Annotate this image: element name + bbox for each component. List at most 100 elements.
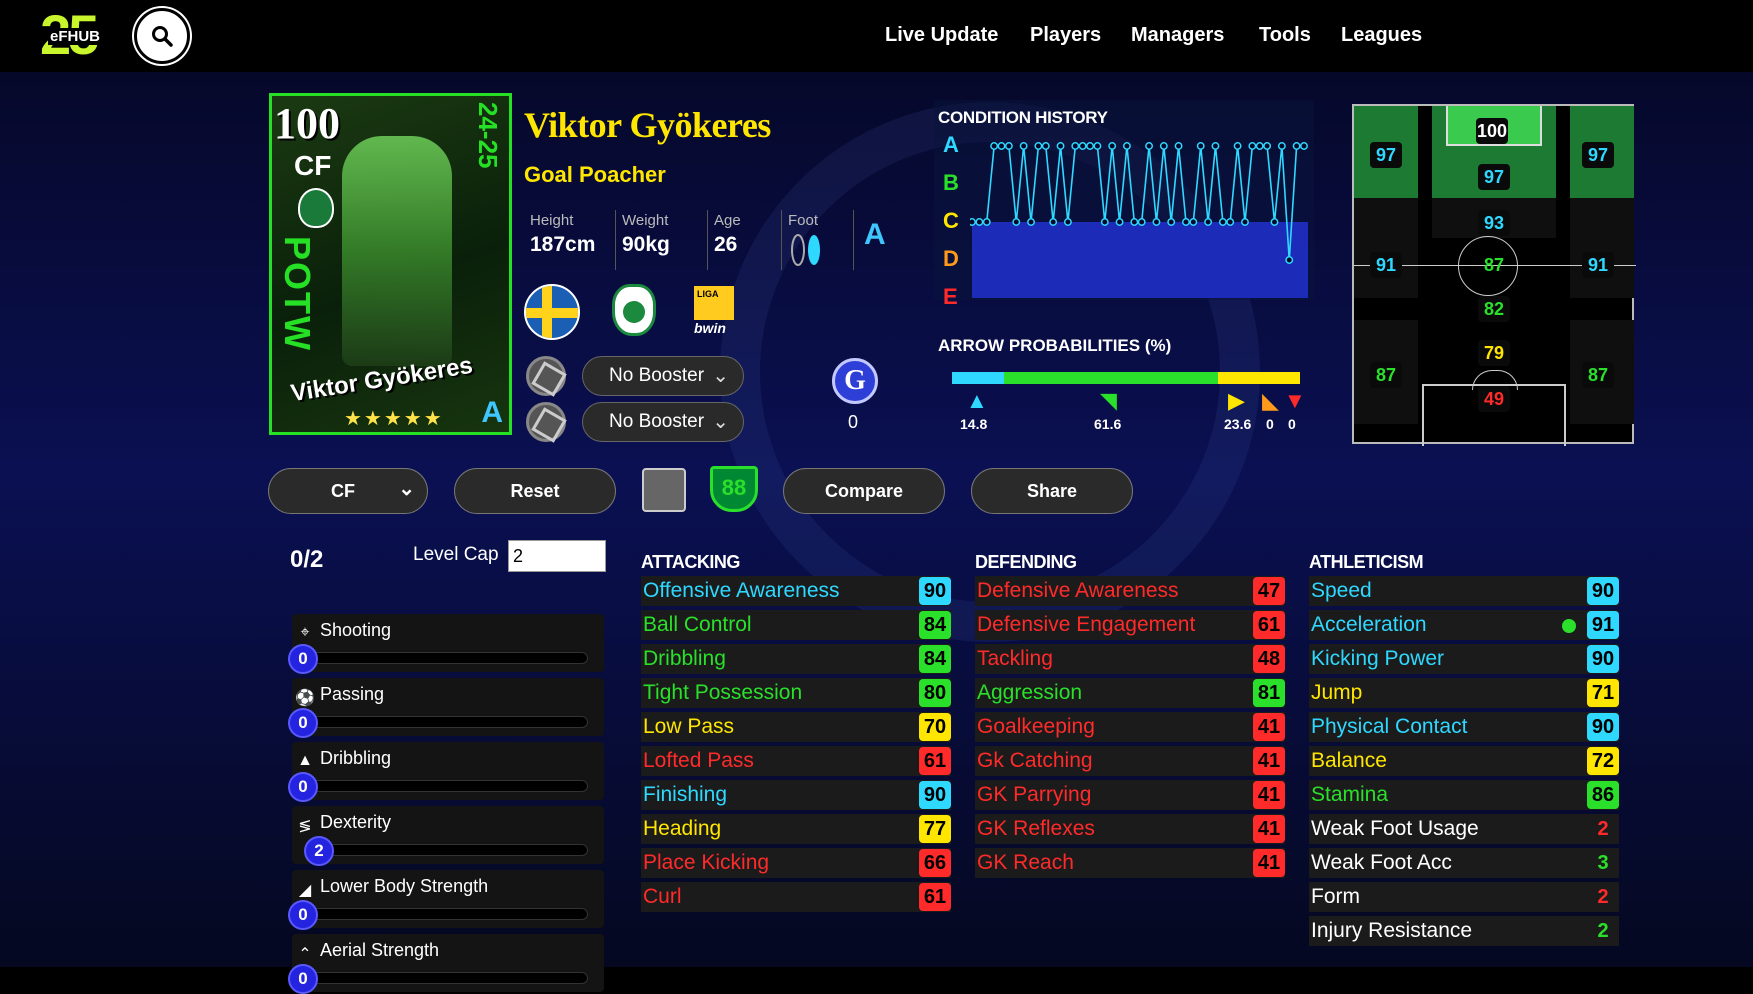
height-label: Height	[530, 212, 574, 229]
nav-live-update[interactable]: Live Update	[885, 24, 998, 47]
arrow-down-pct: 0	[1288, 416, 1296, 432]
skill-row: ⌖ Shooting 0	[288, 614, 604, 674]
skill-name: Lower Body Strength	[320, 876, 489, 896]
search-button[interactable]	[134, 8, 190, 64]
stat-row: Kicking Power 90	[1309, 644, 1619, 674]
age-label: Age	[714, 212, 741, 229]
rating-rb[interactable]: 87	[1582, 362, 1614, 388]
stat-row: Ball Control 84	[641, 610, 951, 640]
compare-button[interactable]: Compare	[783, 468, 945, 514]
stat-value: 70	[919, 713, 951, 741]
level-cap-input[interactable]	[508, 540, 606, 572]
booster-select-2[interactable]: No Booster ⌄	[582, 402, 744, 442]
stat-value: 80	[919, 679, 951, 707]
stat-name: GK Reach	[977, 851, 1074, 874]
stat-name: Jump	[1311, 681, 1363, 704]
stat-row: Defensive Awareness 47	[975, 576, 1285, 606]
booster-select-1[interactable]: No Booster ⌄	[582, 356, 744, 396]
skill-slider-knob[interactable]: 0	[288, 964, 318, 994]
stat-name: GK Reflexes	[977, 817, 1095, 840]
nav-managers[interactable]: Managers	[1131, 24, 1224, 47]
manager-avatar[interactable]	[642, 468, 686, 512]
rating-lmf[interactable]: 91	[1370, 252, 1402, 278]
height-metric: Height 187cm	[530, 212, 595, 257]
condition-point	[1211, 142, 1220, 150]
rating-ss[interactable]: 97	[1478, 164, 1510, 190]
condition-point	[1285, 256, 1294, 264]
attacking-heading: ATTACKING	[641, 552, 740, 572]
athleticism-heading: ATHLETICISM	[1309, 552, 1424, 572]
age-metric: Age 26	[714, 212, 741, 257]
skill-slider-track[interactable]	[310, 780, 588, 792]
position-select[interactable]: CF ⌄	[268, 468, 428, 514]
skill-slider-track[interactable]	[310, 972, 588, 984]
stat-name: Ball Control	[643, 613, 752, 636]
condition-point	[970, 218, 976, 226]
position-pitch: 100 97 97 97 93 91 87 91 82 87 79 87 49	[1352, 104, 1636, 446]
stat-row: GK Parrying 41	[975, 780, 1285, 810]
stat-name: Weak Foot Usage	[1311, 817, 1479, 840]
rating-dmf[interactable]: 82	[1478, 296, 1510, 322]
skill-icon: ◢	[298, 882, 312, 899]
stat-value: 84	[919, 611, 951, 639]
condition-point	[1027, 218, 1035, 226]
foot-label: Foot	[788, 212, 819, 229]
skill-slider-knob[interactable]: 2	[304, 836, 334, 866]
condition-point	[1056, 142, 1065, 150]
card-season: 24-25	[473, 102, 503, 169]
stat-name: Weak Foot Acc	[1311, 851, 1452, 874]
stat-value: 90	[1587, 645, 1619, 673]
skill-slider-track[interactable]	[310, 844, 588, 856]
skill-slider-knob[interactable]: 0	[288, 644, 318, 674]
skill-slider-knob[interactable]: 0	[288, 772, 318, 802]
nav-players[interactable]: Players	[1030, 24, 1101, 47]
nav-tools[interactable]: Tools	[1259, 24, 1311, 47]
skill-slider-track[interactable]	[310, 908, 588, 920]
skill-slider-track[interactable]	[310, 716, 588, 728]
reset-button[interactable]: Reset	[454, 468, 616, 514]
manager-overall-badge: 88	[710, 466, 758, 512]
g-token-icon[interactable]: G	[832, 358, 878, 404]
rating-gk[interactable]: 49	[1478, 386, 1510, 412]
skill-icon: ⌃	[298, 946, 312, 963]
stat-name: Dribbling	[643, 647, 726, 670]
skill-slider-knob[interactable]: 0	[288, 708, 318, 738]
divider	[615, 210, 616, 270]
rating-lwf[interactable]: 97	[1370, 142, 1402, 168]
stat-value: 90	[1587, 713, 1619, 741]
league-logo-text: LIGA	[697, 289, 719, 299]
skill-icon: ▲	[297, 752, 313, 769]
condition-point	[1255, 142, 1264, 150]
rating-rwf[interactable]: 97	[1582, 142, 1614, 168]
stat-name: Curl	[643, 885, 682, 908]
skill-slider-knob[interactable]: 0	[288, 900, 318, 930]
arrow-up-right-pct: 61.6	[1094, 416, 1122, 432]
rating-cmf[interactable]: 87	[1478, 252, 1510, 278]
height-value: 187cm	[530, 233, 596, 256]
rating-amf[interactable]: 93	[1478, 210, 1510, 236]
condition-point	[1270, 218, 1279, 226]
stat-value: 41	[1253, 815, 1285, 843]
arrow-up-icon: ▲	[966, 388, 988, 413]
condition-point	[1277, 142, 1286, 150]
rating-rmf[interactable]: 91	[1582, 252, 1614, 278]
rating-cb[interactable]: 79	[1478, 340, 1510, 366]
condition-grade-label: A	[943, 132, 959, 157]
share-button[interactable]: Share	[971, 468, 1133, 514]
top-navbar: 25 eFHUB Live Update Players Managers To…	[0, 0, 1753, 72]
condition-point	[1004, 142, 1013, 150]
chevron-down-icon: ⌄	[398, 478, 415, 500]
stat-name: Low Pass	[643, 715, 735, 738]
card-grade: A	[481, 396, 503, 429]
condition-point	[1145, 142, 1154, 150]
nationality-flag	[524, 284, 580, 340]
training-indicator-dot	[1562, 619, 1576, 633]
efhub-logo[interactable]: 25 eFHUB	[40, 3, 112, 66]
defending-heading: DEFENDING	[975, 552, 1077, 572]
league-badge: LIGA bwin	[694, 286, 734, 336]
stat-value: 2	[1597, 886, 1609, 908]
rating-cf[interactable]: 100	[1476, 118, 1508, 144]
skill-slider-track[interactable]	[310, 652, 588, 664]
rating-lb[interactable]: 87	[1370, 362, 1402, 388]
nav-leagues[interactable]: Leagues	[1341, 24, 1422, 47]
